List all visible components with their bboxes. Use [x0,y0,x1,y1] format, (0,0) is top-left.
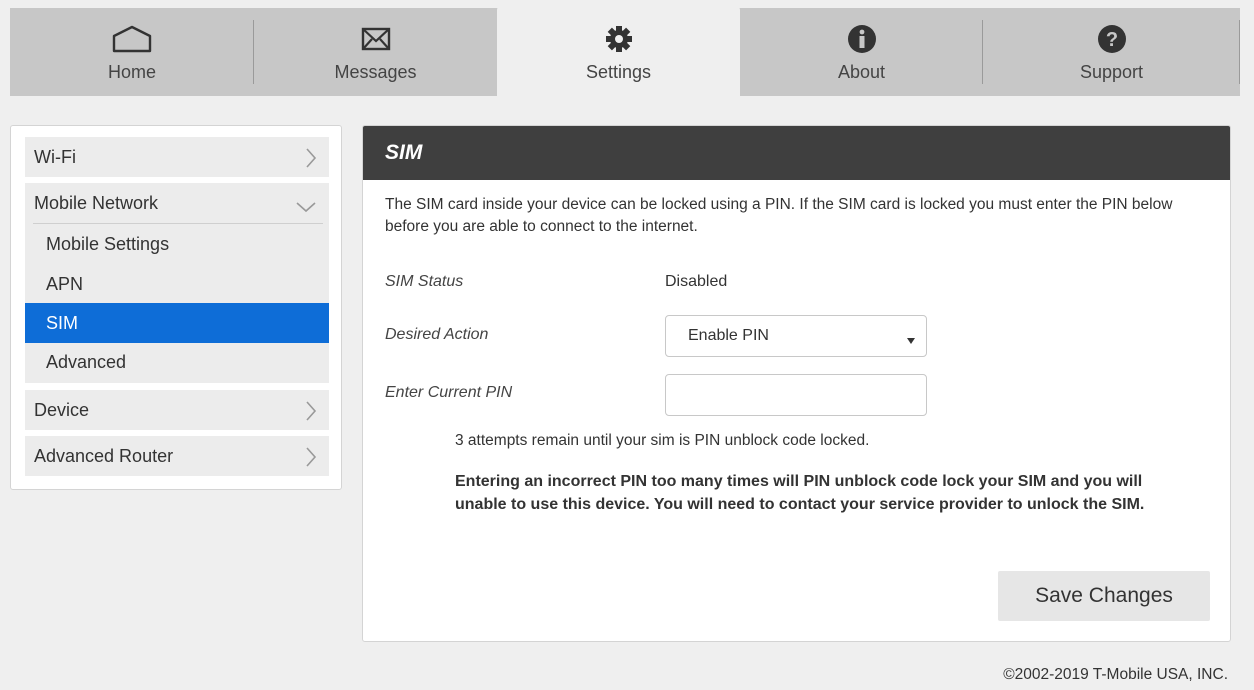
tab-label: Home [107,62,156,82]
chevron-right-icon [305,446,317,473]
info-icon [847,22,877,56]
sidebar-subitem-sim[interactable]: SIM [25,303,329,343]
tab-label: Messages [334,62,417,82]
panel-title: SIM [363,126,1230,180]
dropdown-arrow-icon [906,332,916,350]
pin-attempts-text: 3 attempts remain until your sim is PIN … [455,432,870,449]
question-icon: ? [1097,22,1127,56]
sidebar-item-device[interactable]: Device [25,390,329,430]
current-pin-input[interactable] [665,374,927,416]
sidebar-subitem-mobile-settings[interactable]: Mobile Settings [25,224,329,264]
desired-action-select[interactable]: Enable PIN [665,315,927,357]
copyright-footer: ©2002-2019 T-Mobile USA, INC. [1003,666,1228,683]
sidebar-subitem-label: Advanced [46,351,127,372]
sidebar-item-wifi[interactable]: Wi-Fi [25,137,329,177]
tab-home[interactable]: Home [10,8,254,96]
sidebar-item-advanced-router[interactable]: Advanced Router [25,436,329,476]
tab-label: Settings [585,62,652,82]
chevron-right-icon [305,147,317,174]
sidebar-subitem-label: APN [46,273,84,294]
sidebar-item-label: Wi-Fi [34,146,76,167]
save-changes-button[interactable]: Save Changes [998,571,1210,621]
tab-label: Support [1079,62,1144,82]
envelope-icon [361,22,391,56]
chevron-right-icon [305,400,317,427]
sidebar-subitem-advanced[interactable]: Advanced [25,342,329,382]
sidebar-item-label: Mobile Network [34,192,159,213]
sim-description: The SIM card inside your device can be l… [385,196,1173,235]
settings-sidebar: Wi-Fi Mobile Network Mobile Settings APN… [10,125,342,490]
tab-support[interactable]: ? Support [983,8,1240,96]
desired-action-value: Enable PIN [688,327,769,344]
gear-icon [605,22,633,56]
sim-settings-panel: SIM The SIM card inside your device can … [362,125,1231,642]
home-icon [111,22,153,56]
sidebar-item-label: Device [34,399,90,420]
sidebar-subitem-label: SIM [46,312,79,333]
svg-text:?: ? [1105,29,1117,51]
tab-settings[interactable]: Settings [497,6,740,96]
sidebar-item-mobile-network[interactable]: Mobile Network [25,183,329,223]
current-pin-label: Enter Current PIN [385,384,513,401]
tab-label: About [837,62,886,82]
chevron-down-icon [295,197,317,218]
sim-status-label: SIM Status [385,273,464,290]
sidebar-subitem-apn[interactable]: APN [25,264,329,304]
sim-status-value: Disabled [665,273,728,290]
top-navigation: Home Messages Settings About ? Support [10,6,1240,96]
desired-action-label: Desired Action [385,326,489,343]
pin-lock-warning: Entering an incorrect PIN too many times… [455,473,1145,513]
sidebar-item-label: Advanced Router [34,445,174,466]
sidebar-subitem-label: Mobile Settings [46,233,170,254]
sidebar-group-mobile-network: Mobile Network Mobile Settings APN SIM A… [25,183,329,383]
tab-messages[interactable]: Messages [254,8,497,96]
tab-about[interactable]: About [740,8,983,96]
